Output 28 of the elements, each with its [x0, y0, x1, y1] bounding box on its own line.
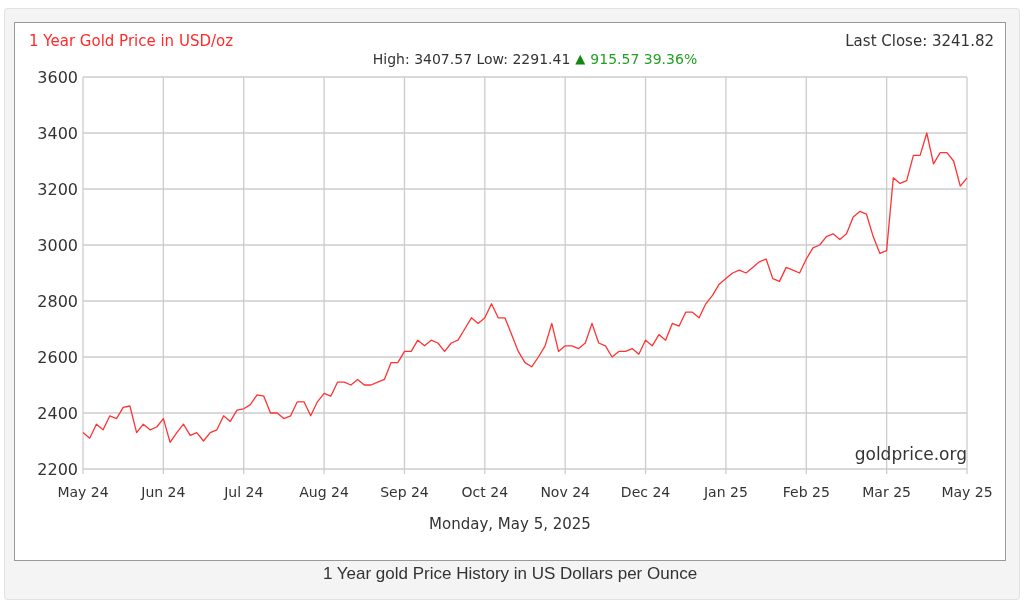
- y-axis-label: 2800: [37, 292, 78, 311]
- x-axis-label: Aug 24: [299, 484, 349, 500]
- x-axis-label: May 24: [57, 484, 109, 500]
- high-low-text: High: 3407.57 Low: 2291.41: [372, 51, 571, 67]
- chart-caption: 1 Year gold Price History in US Dollars per Ounce: [322, 564, 698, 584]
- x-axis-label: Jul 24: [224, 484, 264, 500]
- chart-title: 1 Year Gold Price in USD/oz: [29, 32, 234, 50]
- change-text: 915.57 39.36%: [590, 51, 698, 67]
- x-axis-label: Jan 25: [704, 484, 748, 500]
- x-axis-label: Nov 24: [540, 484, 590, 500]
- x-axis-label: Dec 24: [620, 484, 671, 500]
- date-text: Monday, May 5, 2025: [429, 515, 591, 533]
- x-axis-label: Oct 24: [461, 484, 509, 500]
- x-axis-label: Mar 25: [862, 484, 911, 500]
- y-axis-label: 2400: [37, 404, 78, 423]
- x-axis-label: Sep 24: [380, 484, 429, 500]
- y-axis-label: 3600: [37, 68, 78, 87]
- y-axis-label: 3400: [37, 124, 78, 143]
- source-label: goldprice.org: [854, 444, 967, 464]
- last-close-text: Last Close: 3241.82: [845, 32, 994, 50]
- y-axis-label: 3000: [37, 236, 78, 255]
- y-axis-label: 2200: [37, 460, 78, 479]
- y-axis-label: 3200: [37, 180, 78, 199]
- x-axis-label: May 25: [941, 484, 993, 500]
- x-axis-label: Feb 25: [782, 484, 830, 500]
- x-axis-label: Jun 24: [141, 484, 186, 500]
- y-axis-label: 2600: [37, 348, 78, 367]
- up-arrow-icon: ▲: [575, 51, 586, 67]
